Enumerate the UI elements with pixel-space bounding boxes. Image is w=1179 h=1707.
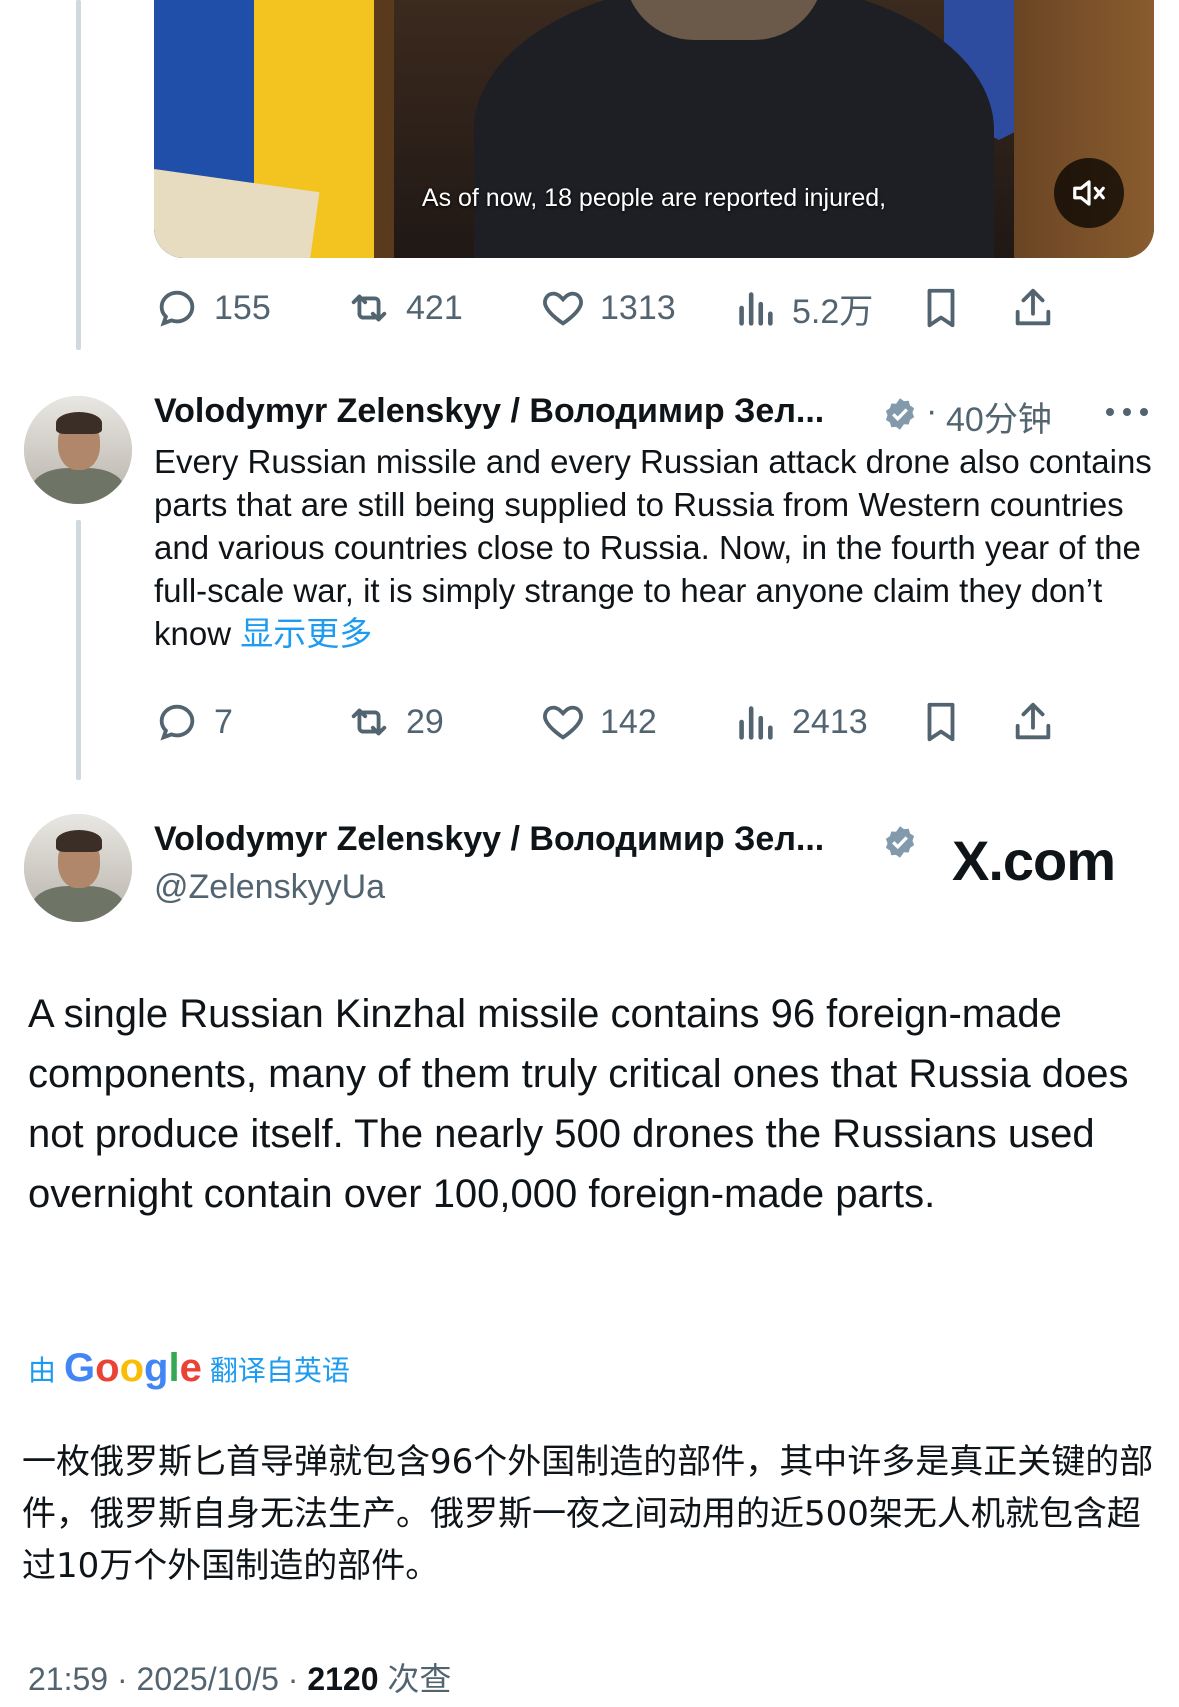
share-button[interactable] (1010, 280, 1056, 336)
like-button[interactable]: 142 (540, 694, 657, 750)
xcom-watermark: X.com (952, 829, 1116, 892)
tweet2-action-bar: 7 29 142 2413 (154, 694, 1154, 750)
analytics-icon (739, 706, 773, 740)
tweet2-text: Every Russian missile and every Russian … (154, 440, 1154, 655)
author-name[interactable]: Volodymyr Zelenskyy / Володимир Зел... (154, 820, 824, 859)
retweet-icon (351, 708, 387, 736)
views-button[interactable]: 5.2万 (732, 280, 873, 336)
main-tweet-text: A single Russian Kinzhal missile contain… (28, 992, 1129, 1216)
like-button[interactable]: 1313 (540, 280, 676, 336)
video-player[interactable]: As of now, 18 people are reported injure… (154, 0, 1154, 258)
post-views-label: 次查 (387, 1661, 452, 1697)
analytics-icon (739, 292, 773, 326)
bookmark-button[interactable] (918, 694, 964, 750)
verified-badge-icon (885, 398, 915, 430)
retweet-button[interactable]: 29 (346, 694, 444, 750)
reply-count: 155 (214, 288, 271, 327)
reply-icon (159, 290, 195, 327)
bottom-fade-overlay (460, 1640, 720, 1700)
mute-button[interactable] (1054, 158, 1124, 228)
retweet-icon (351, 294, 387, 322)
bookmark-icon (927, 288, 955, 328)
tweet2-header: Volodymyr Zelenskyy / Володимир Зел... ·… (154, 390, 1154, 441)
retweet-count: 421 (406, 288, 463, 327)
like-count: 1313 (600, 288, 676, 327)
reply-button[interactable]: 7 (154, 694, 233, 750)
tweet1-action-bar: 155 421 1313 5.2万 (154, 280, 1154, 336)
thread-line-top (76, 0, 81, 350)
translated-by-google[interactable]: 由 Google 翻译自英语 (28, 1346, 350, 1391)
author-handle[interactable]: @ZelenskyyUa (154, 868, 385, 907)
share-button[interactable] (1010, 694, 1056, 750)
view-count: 5.2万 (792, 292, 874, 331)
author-name[interactable]: Volodymyr Zelenskyy / Володимир Зел... (154, 392, 824, 431)
heart-icon (543, 705, 583, 740)
bookmark-button[interactable] (918, 280, 964, 336)
separator-dot: · (926, 392, 938, 430)
show-more-link[interactable]: 显示更多 (240, 615, 372, 652)
translated-text: 一枚俄罗斯匕首导弹就包含96个外国制造的部件，其中许多是真正关键的部件，俄罗斯自… (22, 1442, 1154, 1586)
verified-badge-icon (885, 826, 915, 858)
heart-icon (543, 291, 583, 326)
main-tweet-header: Volodymyr Zelenskyy / Володимир Зел... @… (154, 818, 934, 918)
bookmark-icon (927, 702, 955, 742)
post-date: 2025/10/5 (136, 1661, 279, 1697)
tweet-footer-meta: 21:59 · 2025/10/5 · 2120 次查 (28, 1661, 452, 1697)
reply-button[interactable]: 155 (154, 280, 271, 336)
reply-count: 7 (214, 702, 233, 741)
video-subtitle: As of now, 18 people are reported injure… (421, 184, 887, 212)
views-button[interactable]: 2413 (732, 694, 868, 750)
speaker-muted-icon (1073, 180, 1105, 206)
post-time: 21:59 (28, 1661, 109, 1697)
view-count: 2413 (792, 702, 868, 741)
share-icon (1015, 288, 1051, 326)
retweet-count: 29 (406, 702, 444, 741)
thread-line-middle (76, 520, 81, 780)
avatar[interactable] (24, 814, 132, 922)
translated-prefix: 由 (28, 1354, 57, 1386)
google-logo: Google (64, 1346, 202, 1390)
reply-icon (159, 704, 195, 741)
avatar[interactable] (24, 396, 132, 504)
share-icon (1015, 702, 1051, 740)
post-views: 2120 (307, 1661, 379, 1697)
tweet-time[interactable]: 40分钟 (946, 392, 1052, 441)
retweet-button[interactable]: 421 (346, 280, 463, 336)
more-options-icon[interactable] (1104, 404, 1150, 420)
translated-suffix: 翻译自英语 (209, 1354, 350, 1386)
like-count: 142 (600, 702, 657, 741)
